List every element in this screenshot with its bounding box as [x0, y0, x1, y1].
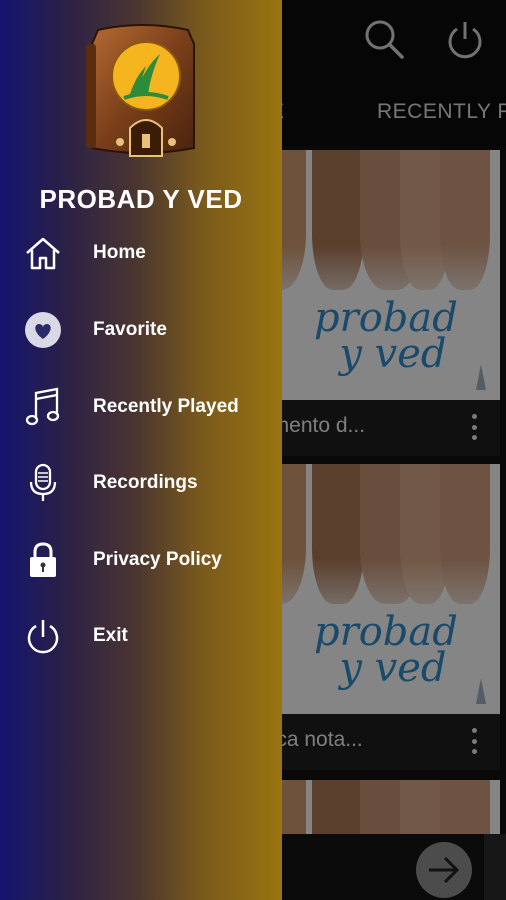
drawer-title: PROBAD Y VED [39, 184, 243, 214]
menu-label: Recently Played [93, 396, 239, 417]
menu-label: Home [93, 242, 146, 263]
heart-icon [24, 310, 62, 350]
menu-item-favorite[interactable]: Favorite [0, 300, 282, 360]
lock-icon [24, 540, 62, 580]
menu-item-recordings[interactable]: Recordings [0, 453, 282, 513]
radio-logo-icon [86, 24, 195, 157]
menu-label: Favorite [93, 319, 167, 340]
menu-label: Privacy Policy [93, 549, 222, 570]
menu-item-privacy-policy[interactable]: Privacy Policy [0, 530, 282, 590]
menu-label: Recordings [93, 472, 198, 493]
power-icon [24, 616, 62, 656]
menu-item-exit[interactable]: Exit [0, 606, 282, 666]
menu-label: Exit [93, 625, 128, 646]
home-icon [24, 233, 62, 273]
microphone-icon [24, 463, 62, 503]
menu-item-home[interactable]: Home [0, 223, 282, 283]
navigation-drawer: PROBAD Y VED Home Favorite Recently Play… [0, 0, 282, 900]
music-note-icon [24, 387, 62, 427]
menu-item-recently-played[interactable]: Recently Played [0, 377, 282, 437]
